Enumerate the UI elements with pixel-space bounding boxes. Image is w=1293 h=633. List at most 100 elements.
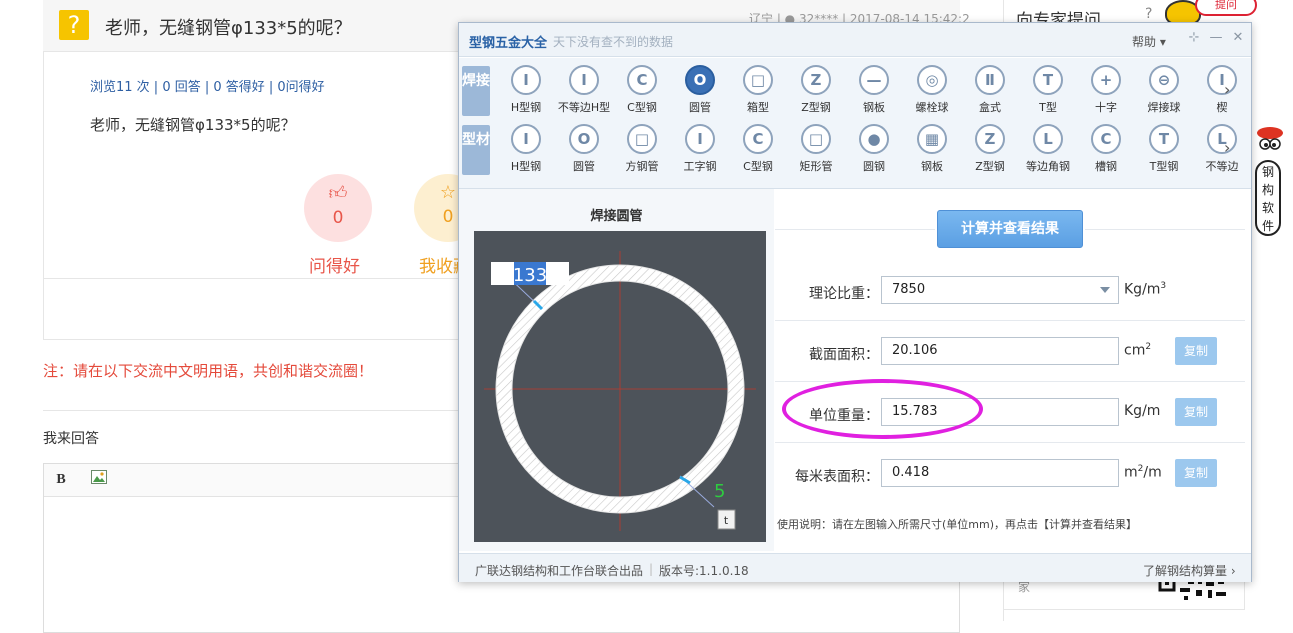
image-icon[interactable] bbox=[88, 470, 110, 490]
answer-label: 我来回答 bbox=[43, 431, 99, 447]
square-pipe-icon: □ bbox=[627, 124, 657, 154]
footer-version: 版本号:1.1.0.18 bbox=[659, 564, 749, 578]
question-stats[interactable]: 浏览11 次 | 0 回答 | 0 答得好 | 0问得好 bbox=[90, 76, 325, 95]
tool-label: 方钢管 bbox=[625, 160, 659, 173]
tool-weld-ball[interactable]: ⊖ 焊接球 bbox=[1135, 65, 1193, 115]
weld-ball-icon: ⊖ bbox=[1149, 65, 1179, 95]
surface-area-unit: m2/m bbox=[1124, 464, 1162, 481]
question-mark-icon: ? bbox=[1145, 6, 1153, 22]
surface-area-field[interactable]: 0.418 bbox=[881, 459, 1119, 487]
section-area-field[interactable]: 20.106 bbox=[881, 337, 1119, 365]
tool-round-bar[interactable]: ● 圆钢 bbox=[845, 124, 903, 174]
tool-t-section[interactable]: T T型 bbox=[1019, 65, 1077, 115]
c-channel-icon: C bbox=[743, 124, 773, 154]
tool-label: Z型钢 bbox=[801, 101, 831, 114]
tool-unequal-angle[interactable]: L 不等边 bbox=[1193, 124, 1251, 174]
tool-label: T型钢 bbox=[1149, 160, 1179, 173]
window-titlebar[interactable]: 型钢五金大全 天下没有查不到的数据 帮助 ▾ ⊹ — ✕ bbox=[459, 23, 1251, 57]
z-section-icon: Z bbox=[975, 124, 1005, 154]
tool-label: 钢板 bbox=[921, 160, 943, 173]
channel-icon: C bbox=[1091, 124, 1121, 154]
round-pipe-icon: O bbox=[569, 124, 599, 154]
tool-h-beam[interactable]: I H型钢 bbox=[497, 65, 555, 115]
h-beam-icon: I bbox=[511, 65, 541, 95]
calculate-button[interactable]: 计算并查看结果 bbox=[937, 210, 1083, 248]
density-value: 7850 bbox=[892, 282, 926, 297]
question-icon: ? bbox=[59, 10, 89, 40]
pin-icon[interactable]: ⊹ bbox=[1185, 30, 1203, 45]
copy-area-button[interactable]: 复制 bbox=[1175, 337, 1217, 365]
tool-z-section[interactable]: Z Z型钢 bbox=[787, 65, 845, 115]
scroll-right-icon[interactable]: › bbox=[1224, 138, 1230, 157]
drawing-panel: 焊接圆管 133 5 t bbox=[459, 189, 774, 551]
bubble-char: 钢 bbox=[1261, 165, 1274, 179]
minimize-icon[interactable]: — bbox=[1207, 30, 1225, 45]
help-menu[interactable]: 帮助 ▾ bbox=[1132, 33, 1166, 50]
tool-i-beam[interactable]: I 工字钢 bbox=[671, 124, 729, 174]
close-icon[interactable]: ✕ bbox=[1229, 30, 1247, 45]
t-section-icon: T bbox=[1149, 124, 1179, 154]
steel-calculator-window: 型钢五金大全 天下没有查不到的数据 帮助 ▾ ⊹ — ✕ 焊接 型材 I H型钢 I… bbox=[458, 22, 1252, 582]
learn-more-link[interactable]: 了解钢结构算量 › bbox=[1143, 562, 1236, 579]
divider bbox=[775, 229, 935, 230]
tool-t-section[interactable]: T T型钢 bbox=[1135, 124, 1193, 174]
good-question-label[interactable]: 问得好 bbox=[309, 252, 360, 277]
tool-label: 楔 bbox=[1216, 101, 1228, 114]
tool-round-pipe[interactable]: O 圆管 bbox=[671, 65, 729, 115]
mascot-face-icon bbox=[1257, 127, 1283, 150]
question-body: 老师，无缝钢管φ133*5的呢？ bbox=[90, 116, 296, 134]
tool-h-beam[interactable]: I H型钢 bbox=[497, 124, 555, 174]
tool-steel-plate[interactable]: ▦ 钢板 bbox=[903, 124, 961, 174]
tool-label: 圆钢 bbox=[863, 160, 885, 173]
tool-z-section[interactable]: Z Z型钢 bbox=[961, 124, 1019, 174]
usage-instructions: 使用说明：请在左图输入所需尺寸(单位mm)，再点击【计算并查看结果】 bbox=[777, 518, 1138, 531]
diameter-input[interactable]: 133 bbox=[513, 265, 547, 286]
side-ad-bubble[interactable]: 钢 构 软 件 bbox=[1255, 160, 1281, 236]
tool-c-channel[interactable]: C C型钢 bbox=[613, 65, 671, 115]
good-question-button[interactable]: 👍︎ 0 bbox=[304, 174, 372, 242]
tool-label: 盒式 bbox=[979, 101, 1001, 114]
copy-surface-button[interactable]: 复制 bbox=[1175, 459, 1217, 487]
tool-rect-pipe[interactable]: □ 矩形管 bbox=[787, 124, 845, 174]
t-section-icon: T bbox=[1033, 65, 1063, 95]
box-type-icon: Ⅱ bbox=[975, 65, 1005, 95]
h-beam-icon: I bbox=[511, 124, 541, 154]
tool-wedge[interactable]: I楔 bbox=[1193, 65, 1251, 115]
chevron-down-icon[interactable] bbox=[1100, 287, 1110, 293]
community-notice: 注：请在以下交流中文明用语，共创和谐交流圈！ bbox=[43, 362, 374, 380]
footer-credit: 广联达钢结构和工作台联合出品 bbox=[475, 564, 644, 578]
bubble-char: 件 bbox=[1261, 219, 1274, 233]
tool-square-pipe[interactable]: □ 方钢管 bbox=[613, 124, 671, 174]
result-form: 计算并查看结果 理论比重： 7850 Kg/m3 截面面积： 20.106 cm… bbox=[775, 189, 1251, 551]
tool-box-section[interactable]: □ 箱型 bbox=[729, 65, 787, 115]
tool-bolt-ball[interactable]: ◎ 螺栓球 bbox=[903, 65, 961, 115]
tool-unequal-h[interactable]: I 不等边H型 bbox=[555, 65, 613, 115]
ask-bubble[interactable]: 提问 bbox=[1195, 0, 1257, 16]
copy-weight-button[interactable]: 复制 bbox=[1175, 398, 1217, 426]
steel-plate-icon: — bbox=[859, 65, 889, 95]
thickness-input[interactable]: 5 bbox=[714, 481, 725, 502]
tool-label: Z型钢 bbox=[975, 160, 1005, 173]
scroll-right-icon[interactable]: › bbox=[1224, 80, 1230, 99]
section-area-label: 截面面积： bbox=[809, 347, 879, 363]
tool-c-channel[interactable]: C C型钢 bbox=[729, 124, 787, 174]
tool-label: 十字 bbox=[1095, 101, 1117, 114]
section-toolbar: 焊接 型材 I H型钢 I 不等边H型 C C型钢 O 圆管 □ 箱型 Z Z型钢 — 钢板 ◎ 螺栓球 Ⅱ 盒式… bbox=[459, 58, 1251, 189]
tool-round-pipe[interactable]: O 圆管 bbox=[555, 124, 613, 174]
good-question-count: 0 bbox=[332, 208, 344, 228]
tool-label: T型 bbox=[1039, 101, 1057, 114]
bold-button[interactable]: B bbox=[50, 470, 72, 490]
row-tag-profile: 型材 bbox=[462, 125, 490, 175]
pipe-drawing-canvas: 133 5 t bbox=[474, 231, 766, 542]
tool-equal-angle[interactable]: L 等边角钢 bbox=[1019, 124, 1077, 174]
rect-pipe-icon: □ bbox=[801, 124, 831, 154]
tool-cross-section[interactable]: + 十字 bbox=[1077, 65, 1135, 115]
divider bbox=[775, 442, 1245, 443]
tool-box-type[interactable]: Ⅱ 盒式 bbox=[961, 65, 1019, 115]
tool-label: 等边角钢 bbox=[1026, 160, 1070, 173]
density-select[interactable]: 7850 bbox=[881, 276, 1119, 304]
tool-channel[interactable]: C 槽钢 bbox=[1077, 124, 1135, 174]
tool-steel-plate[interactable]: — 钢板 bbox=[845, 65, 903, 115]
divider bbox=[1085, 229, 1245, 230]
i-beam-icon: I bbox=[685, 124, 715, 154]
